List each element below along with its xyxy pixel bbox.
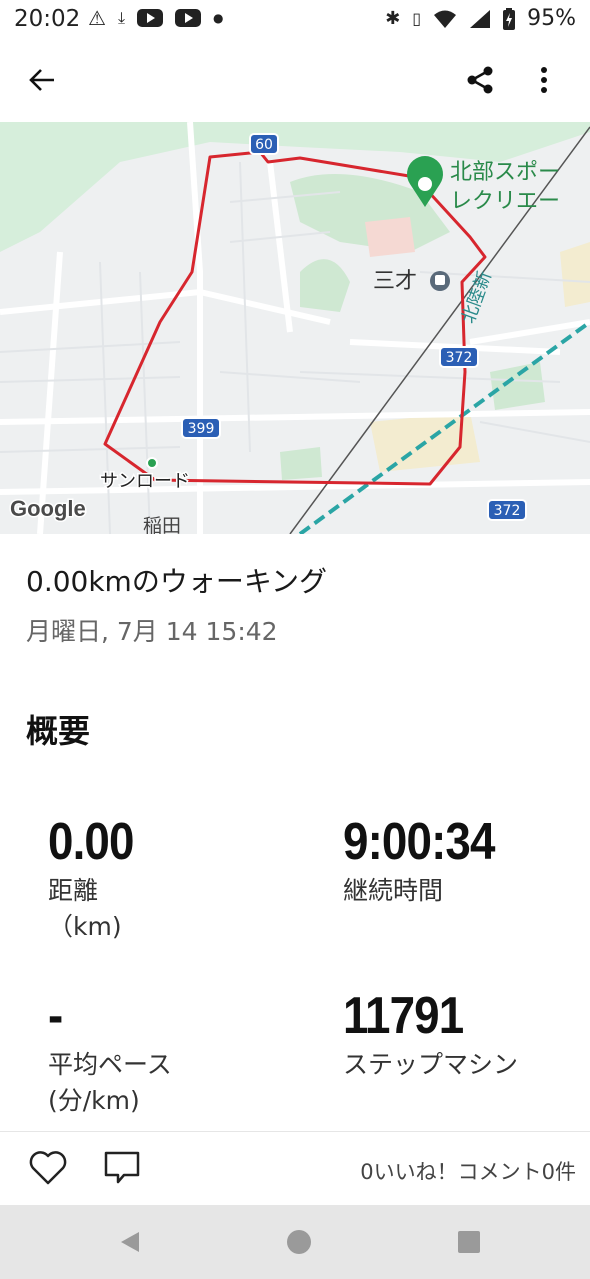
stat-pace-label: 平均ペース <box>48 1050 172 1079</box>
share-icon[interactable] <box>456 56 504 104</box>
stat-distance-label: 距離 <box>48 876 99 905</box>
recents-square-icon[interactable] <box>454 1227 484 1257</box>
stat-pace-unit: (分/km) <box>48 1086 140 1115</box>
heart-icon[interactable] <box>24 1144 72 1192</box>
back-arrow-icon[interactable] <box>18 56 66 104</box>
route-shield-60: 60 <box>255 137 273 153</box>
vibrate-icon: ▯ <box>412 8 422 28</box>
youtube-icon <box>175 9 202 27</box>
map-label-sports: 北部スポー <box>450 160 560 185</box>
stat-duration: 9:00:34 継続時間 <box>343 812 515 908</box>
activity-header: 0.00kmのウォーキング 月曜日, 7月 14 15:42 <box>26 560 327 648</box>
dot-icon: ● <box>213 11 224 25</box>
social-action-bar: 0いいね！コメント0件 <box>0 1131 590 1206</box>
home-circle-icon[interactable] <box>284 1227 314 1257</box>
status-time: 20:02 <box>14 6 81 32</box>
back-triangle-icon[interactable] <box>114 1227 144 1257</box>
app-bar <box>0 40 590 122</box>
like-comment-counts[interactable]: 0いいね！コメント0件 <box>360 1156 576 1186</box>
status-bar: 20:02 ⚠ ⤓ ● ✱ ▯ 95% <box>0 0 590 40</box>
google-logo: Google <box>10 496 86 521</box>
bluetooth-icon: ✱ <box>385 7 401 29</box>
stat-pace: - 平均ペース (分/km) <box>48 986 172 1118</box>
map-label-area: 稲田 <box>143 515 181 534</box>
stat-steps-value: 11791 <box>343 987 464 1045</box>
route-shield-399: 399 <box>188 421 215 437</box>
route-map[interactable]: 60 372 399 372 北部スポー レクリエー 三才 サンロード 稲田 北… <box>0 122 590 534</box>
comment-icon[interactable] <box>98 1144 146 1192</box>
map-label-station: 三才 <box>373 269 417 294</box>
battery-icon <box>503 7 516 30</box>
route-shield-372-b: 372 <box>494 503 521 519</box>
signal-icon <box>470 9 491 28</box>
warning-icon: ⚠ <box>88 6 106 30</box>
stat-distance-unit: （km) <box>48 912 122 941</box>
stat-duration-label: 継続時間 <box>343 876 444 905</box>
map-label-recreation: レクリエー <box>450 189 560 214</box>
stat-steps-label: ステップマシン <box>343 1050 519 1079</box>
wifi-icon <box>434 10 457 28</box>
stat-steps: 11791 ステップマシン <box>343 986 518 1082</box>
stat-distance-value: 0.00 <box>48 813 134 871</box>
activity-date: 月曜日, 7月 14 15:42 <box>26 617 278 646</box>
route-shield-372: 372 <box>446 350 473 366</box>
download-icon: ⤓ <box>117 8 126 27</box>
stat-duration-value: 9:00:34 <box>343 813 495 871</box>
more-vert-icon[interactable] <box>520 56 568 104</box>
youtube-icon <box>137 9 164 27</box>
stat-distance: 0.00 距離 （km) <box>48 812 145 944</box>
summary-heading: 概要 <box>26 712 91 750</box>
battery-percent: 95% <box>527 6 576 31</box>
stat-pace-value: - <box>48 987 63 1045</box>
map-label-start: サンロード <box>100 471 190 492</box>
activity-title: 0.00kmのウォーキング <box>26 565 327 598</box>
system-nav-bar <box>0 1205 590 1279</box>
